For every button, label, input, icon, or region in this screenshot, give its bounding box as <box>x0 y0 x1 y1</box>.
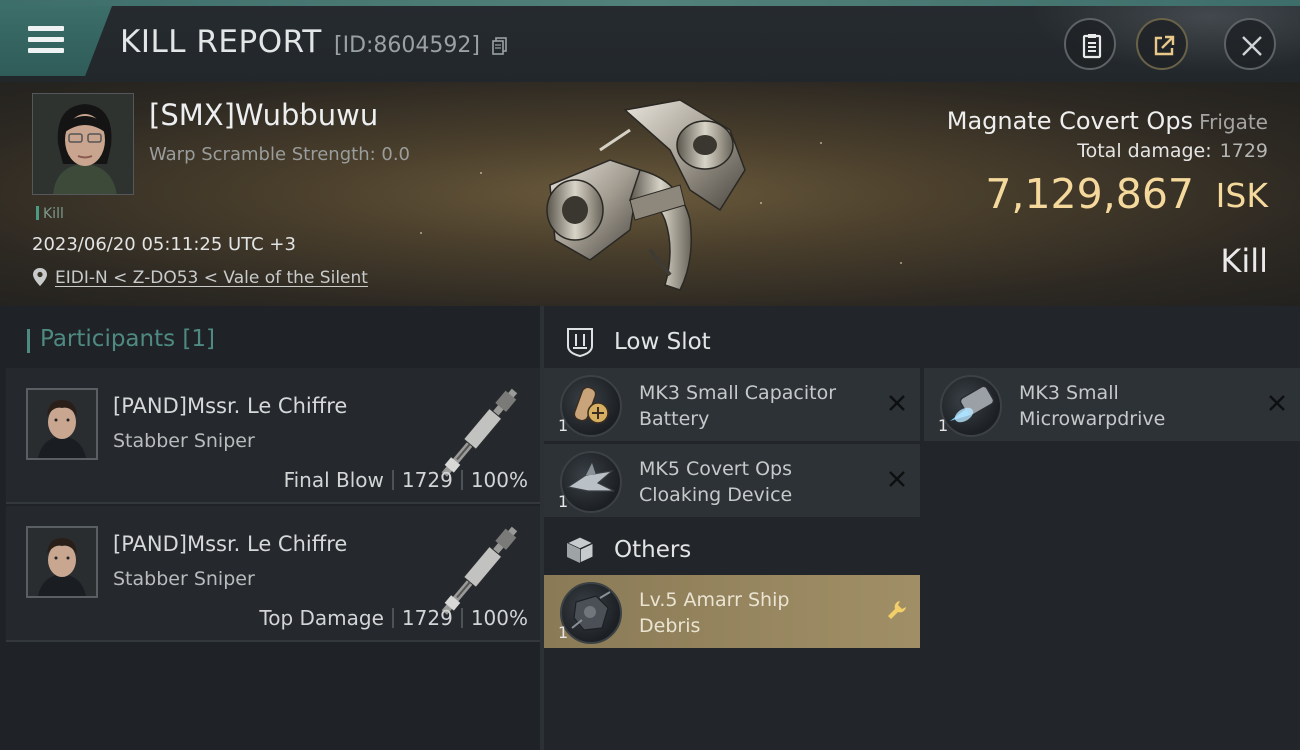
module-item[interactable]: 1 MK3 Small Capacitor Battery <box>544 368 920 441</box>
module-item[interactable]: 1 MK3 Small Microwarpdrive <box>924 368 1300 441</box>
star <box>760 202 762 204</box>
share-icon <box>1154 35 1175 56</box>
module-name-line1: MK3 Small Capacitor <box>639 382 837 404</box>
stat-divider <box>391 470 394 490</box>
total-damage-label: Total damage: <box>1077 140 1212 162</box>
location-pin-icon <box>32 267 48 291</box>
ship-class: Frigate <box>1199 110 1268 134</box>
clipboard-icon <box>1082 34 1102 59</box>
ship-debris-icon <box>560 582 622 644</box>
isk-unit: ISK <box>1215 176 1268 215</box>
ship-type: Magnate Covert Ops <box>946 107 1194 135</box>
header-bar: KILL REPORT [ID:8604592] <box>0 0 1300 82</box>
star <box>900 262 902 264</box>
low-slot-title: Low Slot <box>614 329 711 355</box>
copy-icon[interactable] <box>492 37 508 55</box>
participant-row[interactable]: [PAND]Mssr. Le Chiffre Stabber Sniper To… <box>6 506 540 642</box>
module-quantity: 1 <box>558 623 569 642</box>
destroyed-x-icon <box>886 392 908 414</box>
participants-panel: Participants [1] [PAND]Mssr. Le Chiffre … <box>0 306 540 750</box>
wrench-icon[interactable] <box>886 599 908 621</box>
total-damage: Total damage: 1729 <box>1077 140 1268 162</box>
participant-damage: 1729 <box>401 606 453 630</box>
result-label: Kill <box>1220 242 1268 280</box>
capacitor-battery-icon <box>560 375 622 437</box>
others-title: Others <box>614 537 692 563</box>
ship-name: Magnate Covert Ops Frigate <box>947 107 1268 135</box>
participant-role: Top Damage <box>259 606 384 630</box>
module-quantity: 1 <box>558 492 569 511</box>
victim-name[interactable]: [SMX]Wubbuwu <box>149 98 378 132</box>
module-name-line2: Cloaking Device <box>639 484 793 506</box>
participants-title-text: Participants [1] <box>40 326 215 352</box>
microwarpdrive-icon <box>940 375 1002 437</box>
clipboard-button[interactable] <box>1064 18 1116 70</box>
report-id: [ID:8604592] <box>334 33 480 58</box>
module-item[interactable]: 1 Lv.5 Amarr Ship Debris <box>544 575 920 648</box>
close-button[interactable] <box>1224 18 1276 70</box>
location-link[interactable]: EIDI-N < Z-DO53 < Vale of the Silent <box>55 268 368 288</box>
module-quantity: 1 <box>938 416 949 435</box>
others-header: Others <box>544 518 1300 578</box>
kill-datetime: 2023/06/20 05:11:25 UTC +3 <box>32 234 296 255</box>
stat-divider <box>391 608 394 628</box>
stat-divider <box>460 470 463 490</box>
participant-row[interactable]: [PAND]Mssr. Le Chiffre Stabber Sniper Fi… <box>6 368 540 504</box>
close-icon <box>1242 36 1262 56</box>
module-name-line1: MK3 Small <box>1019 382 1119 404</box>
fitting-panel: Low Slot 1 MK3 Small Capacitor Battery 1… <box>544 306 1300 750</box>
destroyed-x-icon <box>886 468 908 490</box>
participant-damage: 1729 <box>401 468 453 492</box>
header-accent-line <box>0 0 1300 6</box>
destroyed-x-icon <box>1266 392 1288 414</box>
total-damage-value: 1729 <box>1219 140 1268 162</box>
participant-name: [PAND]Mssr. Le Chiffre <box>113 532 348 556</box>
participant-avatar <box>26 526 98 598</box>
stat-divider <box>460 608 463 628</box>
isk-value: 7,129,867 <box>985 170 1194 218</box>
module-item[interactable]: 1 MK5 Covert Ops Cloaking Device <box>544 444 920 517</box>
page-title: KILL REPORT <box>120 24 322 60</box>
participant-role: Final Blow <box>283 468 384 492</box>
kill-tag: Kill <box>36 206 64 222</box>
share-button[interactable] <box>1136 18 1188 70</box>
victim-banner: [SMX]Wubbuwu Warp Scramble Strength: 0.0… <box>0 82 1300 306</box>
participant-stats: Top Damage 1729 100% <box>259 606 528 630</box>
participant-stats: Final Blow 1729 100% <box>284 468 528 492</box>
participant-name: [PAND]Mssr. Le Chiffre <box>113 394 348 418</box>
module-name-line2: Debris <box>639 615 701 637</box>
warp-scramble-strength: Warp Scramble Strength: 0.0 <box>149 144 411 165</box>
cloaking-device-icon <box>560 451 622 513</box>
module-name: MK3 Small Capacitor Battery <box>639 380 879 432</box>
star <box>820 142 822 144</box>
module-name-line2: Microwarpdrive <box>1019 408 1166 430</box>
box-icon <box>564 534 596 566</box>
module-quantity: 1 <box>558 416 569 435</box>
participant-percent: 100% <box>470 468 528 492</box>
low-slot-header: Low Slot <box>544 310 1300 370</box>
menu-icon[interactable] <box>28 26 64 54</box>
module-name: MK5 Covert Ops Cloaking Device <box>639 456 879 508</box>
participant-avatar <box>26 388 98 460</box>
participants-title: Participants [1] <box>27 326 215 353</box>
module-name-line2: Battery <box>639 408 710 430</box>
participant-percent: 100% <box>470 606 528 630</box>
participant-ship: Stabber Sniper <box>113 430 255 452</box>
module-name-line1: Lv.5 Amarr Ship <box>639 589 790 611</box>
module-name-line1: MK5 Covert Ops <box>639 458 793 480</box>
star <box>480 172 482 174</box>
module-name: MK3 Small Microwarpdrive <box>1019 380 1259 432</box>
victim-avatar[interactable] <box>32 93 134 195</box>
participant-ship: Stabber Sniper <box>113 568 255 590</box>
ship-image <box>530 90 760 300</box>
module-name: Lv.5 Amarr Ship Debris <box>639 587 879 639</box>
star <box>420 232 422 234</box>
low-slot-icon <box>564 326 596 358</box>
